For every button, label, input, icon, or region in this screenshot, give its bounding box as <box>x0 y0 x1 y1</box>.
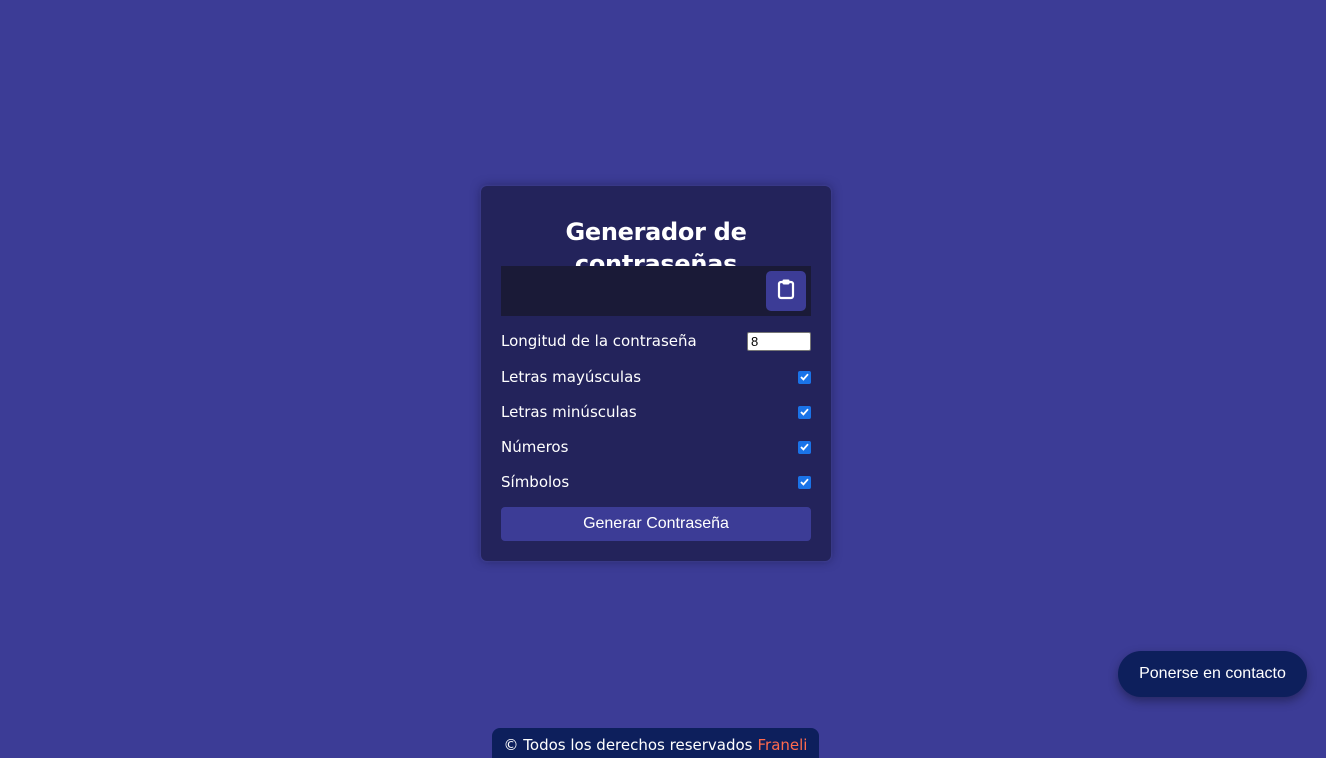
copy-button[interactable] <box>766 271 806 311</box>
length-label: Longitud de la contraseña <box>501 332 697 350</box>
length-input[interactable] <box>747 331 811 351</box>
generate-password-button[interactable]: Generar Contraseña <box>501 507 811 541</box>
clipboard-icon <box>777 278 795 304</box>
numbers-checkbox[interactable] <box>798 440 811 454</box>
footer-brand-link[interactable]: Franeli <box>758 736 808 754</box>
footer-copyright: © Todos los derechos reservados <box>503 736 753 754</box>
option-row-uppercase: Letras mayúsculas <box>501 365 811 389</box>
option-label-lowercase: Letras minúsculas <box>501 403 637 421</box>
symbols-checkbox[interactable] <box>798 475 811 489</box>
option-label-numbers: Números <box>501 438 569 456</box>
length-row: Longitud de la contraseña <box>501 329 811 353</box>
lowercase-checkbox[interactable] <box>798 405 811 419</box>
password-result-box <box>501 266 811 316</box>
option-label-uppercase: Letras mayúsculas <box>501 368 642 386</box>
option-row-lowercase: Letras minúsculas <box>501 400 811 424</box>
option-label-symbols: Símbolos <box>501 473 570 491</box>
contact-button[interactable]: Ponerse en contacto <box>1118 651 1307 697</box>
option-row-numbers: Números <box>501 435 811 459</box>
password-generator-card: Generador de contraseñas Longitud de la … <box>481 186 831 561</box>
uppercase-checkbox[interactable] <box>798 370 811 384</box>
footer: © Todos los derechos reservados Franeli <box>492 728 819 758</box>
option-row-symbols: Símbolos <box>501 470 811 494</box>
